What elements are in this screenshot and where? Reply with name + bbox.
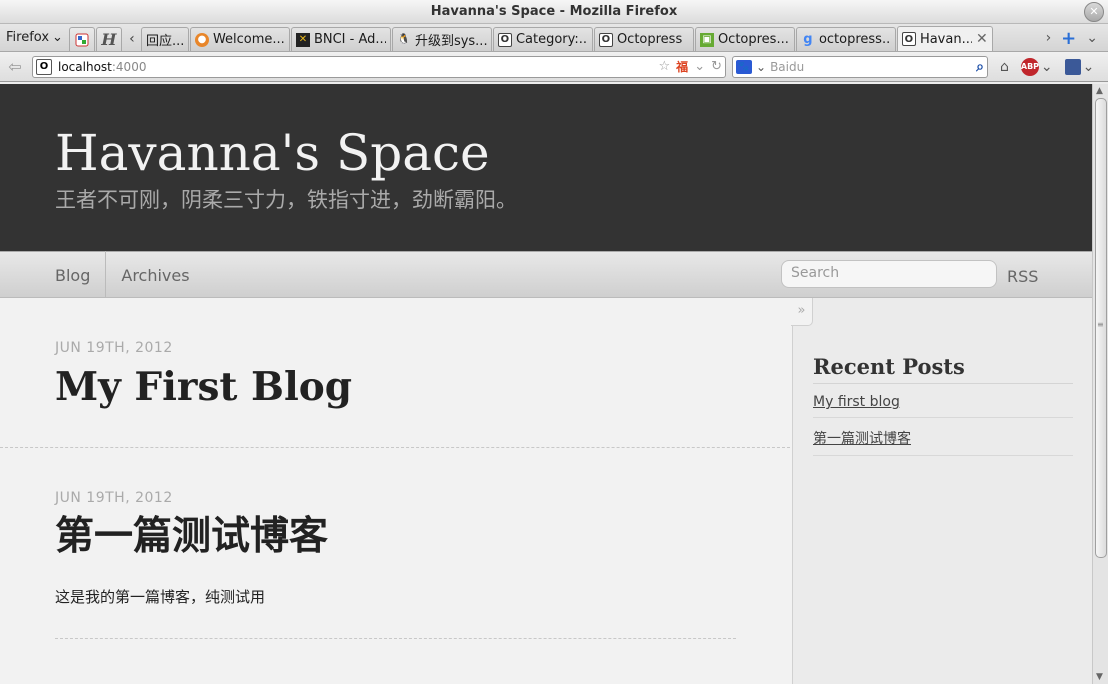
recent-post-link[interactable]: My first blog [813, 384, 1073, 418]
url-port: :4000 [111, 59, 147, 74]
site-title[interactable]: Havanna's Space [55, 124, 1092, 182]
tab-label: Octopress [616, 32, 683, 47]
tab-label: Havan... [919, 31, 972, 47]
window-title: Havanna's Space - Mozilla Firefox [430, 4, 678, 19]
tab[interactable]: 🐧 升级到sys... [391, 27, 492, 51]
chevron-down-icon[interactable]: ⌄ [1041, 59, 1053, 75]
octocat-icon: ▣ [699, 32, 714, 47]
tab-label: 升级到sys... [414, 34, 487, 49]
tab-scroll-right-button[interactable]: › [1046, 30, 1052, 46]
octopress-o-icon: O [497, 32, 512, 47]
pinned-tab-app[interactable] [68, 27, 95, 51]
search-bar[interactable]: 🐾 ⌄ Baidu ⌕ [732, 55, 988, 78]
new-tab-plus-icon[interactable]: + [1061, 28, 1076, 49]
article-date: JUN 19TH, 2012 [55, 490, 173, 506]
tab-label: Welcome... [212, 32, 285, 47]
recent-post-link[interactable]: 第一篇测试博客 [813, 418, 1073, 456]
firefox-menu-label: Firefox [6, 29, 50, 45]
article-date: JUN 19TH, 2012 [55, 340, 173, 356]
adblock-plus-icon[interactable]: ABP [1020, 57, 1039, 76]
tab[interactable]: 回应... [140, 27, 189, 51]
search-engine-placeholder: Baidu [770, 59, 805, 74]
pinned-tab-h[interactable]: H [95, 27, 122, 51]
url-bar[interactable]: O localhost:4000 ☆ 福 ⌄ ↻ [32, 55, 726, 78]
sidebar-heading: Recent Posts [813, 354, 1073, 384]
tab-label: BNCI - Ad... [313, 32, 386, 47]
chevron-down-icon[interactable]: ⌄ [694, 59, 705, 74]
rss-link[interactable]: RSS [1007, 252, 1038, 302]
app-grid-icon [75, 33, 89, 46]
bookmark-star-icon[interactable]: ☆ [659, 59, 671, 74]
tab-list-chevron-icon[interactable]: ⌄ [1086, 30, 1098, 46]
nav-link-archives[interactable]: Archives [105, 251, 204, 298]
tab[interactable]: O Octopress [593, 27, 694, 51]
sidebar: » Recent Posts My first blog 第一篇测试博客 [791, 298, 1092, 684]
site-identity-icon[interactable]: O [36, 58, 52, 75]
site-navigation: Blog Archives Search RSS [0, 251, 1092, 298]
chevron-down-icon[interactable]: ⌄ [756, 60, 766, 74]
home-icon[interactable]: ⌂ [1000, 59, 1009, 75]
url-bar-tools: ☆ 福 ⌄ ↻ [659, 58, 722, 75]
window-close-button[interactable]: ✕ [1084, 2, 1104, 22]
scroll-up-arrow-icon[interactable]: ▲ [1096, 86, 1103, 96]
window-titlebar: Havanna's Space - Mozilla Firefox ✕ [0, 0, 1108, 24]
search-magnifier-icon[interactable]: ⌕ [976, 59, 984, 75]
tab-strip-controls: › + ⌄ [1046, 24, 1108, 52]
page-viewport: Havanna's Space 王者不可刚，阴柔三寸力，铁指寸进，劲断霸阳。 B… [0, 84, 1092, 684]
vertical-scrollbar[interactable]: ▲ ≡ ▼ [1092, 84, 1108, 684]
article-title[interactable]: 第一篇测试博客 [55, 512, 790, 562]
h-logo-icon: H [101, 30, 117, 49]
back-arrow-icon[interactable]: ⇦ [4, 57, 26, 76]
tab[interactable]: g octopress... [795, 27, 896, 51]
chevron-down-icon: ⌄ [52, 29, 63, 45]
article: JUN 19TH, 2012 第一篇测试博客 这是我的第一篇博客，纯测试用 [0, 448, 790, 639]
site-search-input[interactable]: Search [781, 260, 997, 288]
chevron-down-icon[interactable]: ⌄ [1083, 59, 1095, 75]
tab[interactable]: ▣ Octopres... [694, 27, 795, 51]
bnci-logo-icon: ✕ [295, 32, 310, 47]
tab-label: Octopres... [717, 32, 789, 47]
firefox-logo-icon: ● [194, 32, 209, 47]
site-subtitle: 王者不可刚，阴柔三寸力，铁指寸进，劲断霸阳。 [55, 188, 517, 212]
scroll-down-arrow-icon[interactable]: ▼ [1096, 672, 1103, 682]
post-list: JUN 19TH, 2012 My First Blog JUN 19TH, 2… [0, 298, 792, 684]
site-header: Havanna's Space 王者不可刚，阴柔三寸力，铁指寸进，劲断霸阳。 [0, 84, 1092, 251]
extension-icon[interactable] [1064, 58, 1081, 75]
close-icon[interactable]: ✕ [976, 31, 988, 47]
tab-scroll-left-button[interactable]: ‹ [123, 27, 141, 51]
octopress-o-icon: O [598, 32, 613, 47]
tab[interactable]: ● Welcome... [189, 27, 290, 51]
url-host: localhost [58, 59, 112, 74]
navigation-toolbar: ⇦ O localhost:4000 ☆ 福 ⌄ ↻ 🐾 ⌄ Baidu ⌕ ⌂… [0, 52, 1108, 82]
sidebar-toggle-button[interactable]: » [791, 298, 813, 326]
main-area: JUN 19TH, 2012 My First Blog JUN 19TH, 2… [0, 298, 1092, 684]
tab-label: 回应... [145, 34, 184, 49]
tab-active[interactable]: O Havan... ✕ [896, 26, 993, 51]
article: JUN 19TH, 2012 My First Blog [0, 298, 790, 448]
browser-window: Havanna's Space - Mozilla Firefox ✕ Fire… [0, 0, 1108, 684]
tab[interactable]: O Category:... [492, 27, 593, 51]
reload-icon[interactable]: ↻ [711, 59, 722, 74]
article-divider [55, 638, 736, 639]
nav-link-blog[interactable]: Blog [55, 251, 105, 298]
tab-label: octopress... [818, 32, 891, 47]
article-body: 这是我的第一篇博客，纯测试用 [55, 588, 266, 606]
tux-penguin-icon: 🐧 [397, 34, 411, 45]
article-title[interactable]: My First Blog [55, 362, 790, 412]
toolbar-right: ⌂ ABP ⌄ ⌄ [1000, 57, 1095, 76]
octopress-o-icon: O [901, 32, 916, 46]
tab-strip: Firefox ⌄ H ‹ 回应... ● Welcome... ✕ BNCI … [0, 24, 1108, 52]
fu-addon-icon[interactable]: 福 [676, 58, 688, 75]
firefox-menu-button[interactable]: Firefox ⌄ [0, 25, 69, 49]
tab-label: Category:... [515, 32, 588, 47]
baidu-paw-icon[interactable]: 🐾 [736, 59, 752, 74]
scrollbar-grip-icon: ≡ [1097, 320, 1104, 329]
google-logo-icon: g [803, 32, 813, 47]
tab[interactable]: ✕ BNCI - Ad... [290, 27, 391, 51]
